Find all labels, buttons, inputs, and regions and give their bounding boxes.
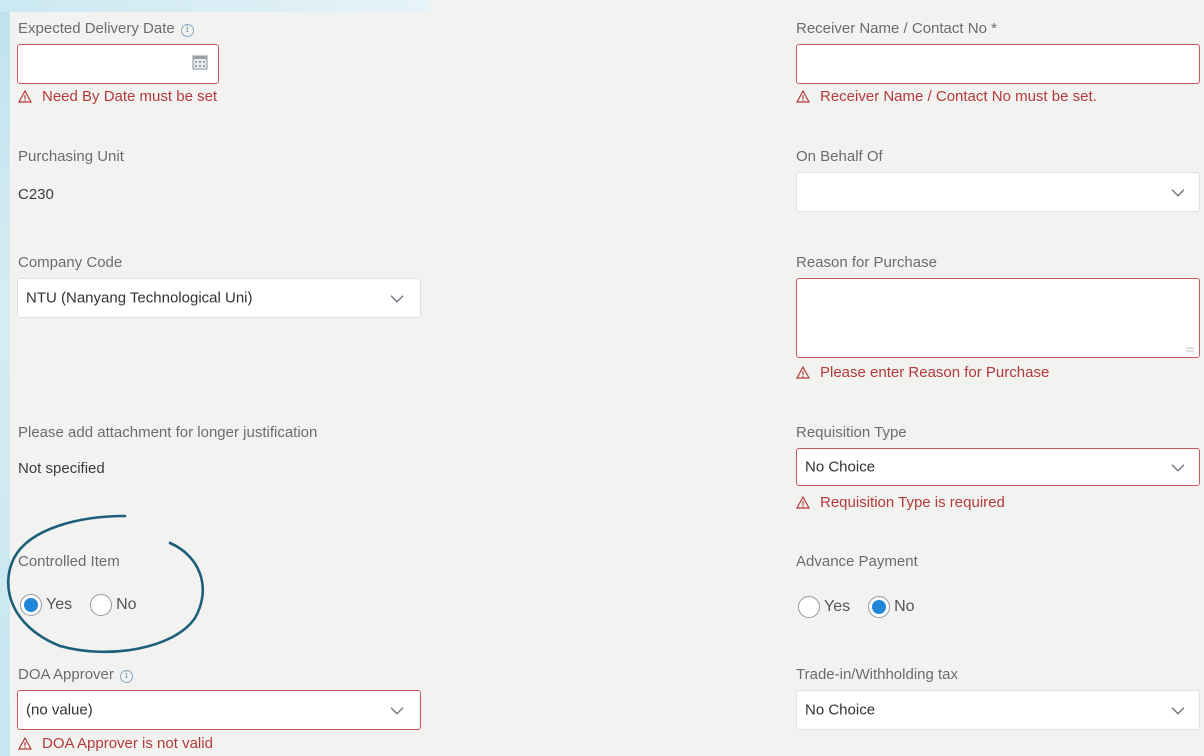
info-icon[interactable]: i bbox=[180, 24, 194, 37]
doa-approver-label: DOA Approver i bbox=[18, 666, 133, 683]
reason-textarea[interactable] bbox=[796, 278, 1200, 358]
advance-payment-no-radio[interactable] bbox=[868, 596, 891, 618]
on-behalf-of-label: On Behalf Of bbox=[796, 148, 883, 165]
doa-approver-error: DOA Approver is not valid bbox=[18, 735, 213, 752]
requisition-type-error: Requisition Type is required bbox=[796, 494, 1005, 511]
advance-payment-yes-label[interactable]: Yes bbox=[824, 598, 850, 616]
warning-icon bbox=[796, 90, 810, 103]
warning-icon bbox=[796, 366, 810, 379]
reason-error: Please enter Reason for Purchase bbox=[796, 364, 1049, 381]
purchasing-unit-value: C230 bbox=[18, 186, 54, 203]
info-icon[interactable]: i bbox=[119, 670, 133, 683]
calendar-icon[interactable] bbox=[192, 54, 208, 70]
chevron-down-icon bbox=[1171, 464, 1185, 472]
receiver-label: Receiver Name / Contact No * bbox=[796, 20, 997, 37]
warning-icon bbox=[18, 737, 32, 750]
receiver-error: Receiver Name / Contact No must be set. bbox=[796, 88, 1097, 105]
hand-drawn-circle-annotation bbox=[6, 514, 204, 654]
advance-payment-radio-group: Yes No bbox=[798, 596, 933, 618]
company-code-select[interactable]: NTU (Nanyang Technological Uni) bbox=[17, 278, 421, 318]
receiver-input[interactable] bbox=[796, 44, 1200, 84]
advance-payment-label: Advance Payment bbox=[796, 553, 918, 570]
chevron-down-icon bbox=[1171, 189, 1185, 197]
chevron-down-icon bbox=[390, 707, 404, 715]
advance-payment-no-label[interactable]: No bbox=[894, 598, 914, 616]
requisition-type-select[interactable]: No Choice bbox=[796, 448, 1200, 486]
reason-label: Reason for Purchase bbox=[796, 254, 937, 271]
resize-handle-icon[interactable] bbox=[1185, 345, 1195, 353]
attachment-value: Not specified bbox=[18, 460, 105, 477]
purchasing-unit-label: Purchasing Unit bbox=[18, 148, 124, 165]
expected-delivery-error: Need By Date must be set bbox=[18, 88, 217, 105]
trade-in-label: Trade-in/Withholding tax bbox=[796, 666, 959, 683]
chevron-down-icon bbox=[390, 295, 404, 303]
chevron-down-icon bbox=[1171, 707, 1185, 715]
expected-delivery-label: Expected Delivery Date i bbox=[18, 20, 194, 37]
company-code-label: Company Code bbox=[18, 254, 123, 271]
trade-in-select[interactable]: No Choice bbox=[796, 690, 1200, 730]
requisition-type-label: Requisition Type bbox=[796, 424, 907, 441]
warning-icon bbox=[796, 496, 810, 509]
attachment-label: Please add attachment for longer justifi… bbox=[18, 424, 318, 441]
on-behalf-of-select[interactable] bbox=[796, 172, 1200, 212]
warning-icon bbox=[18, 90, 32, 103]
advance-payment-yes-radio[interactable] bbox=[798, 596, 820, 618]
top-edge-decoration bbox=[0, 0, 430, 12]
expected-delivery-input[interactable] bbox=[17, 44, 219, 84]
doa-approver-select[interactable]: (no value) bbox=[17, 690, 421, 730]
